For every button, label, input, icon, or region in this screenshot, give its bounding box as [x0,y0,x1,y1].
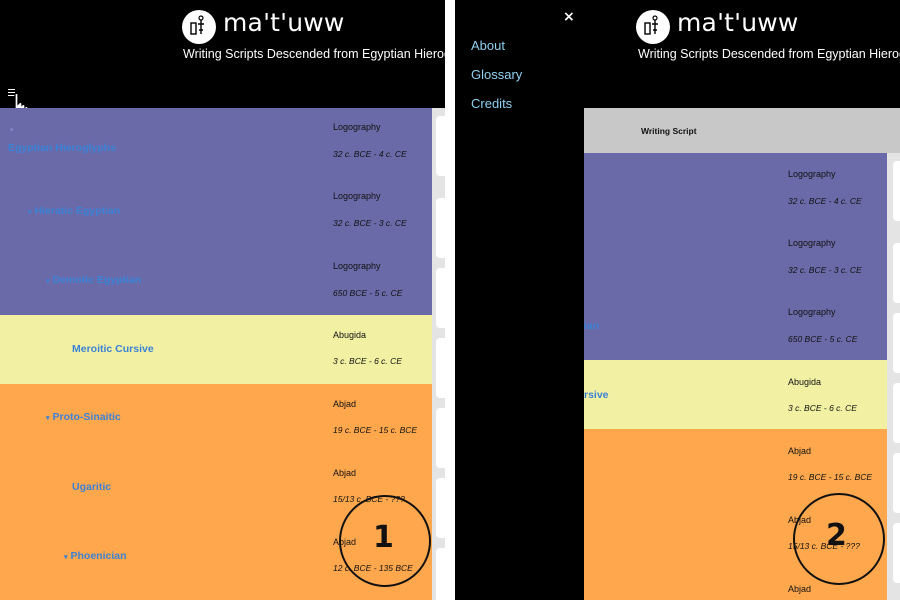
site-title[interactable]: ma't'uww [223,8,345,37]
script-name-link[interactable]: ▾ Phoenician [64,550,127,562]
script-dates: 32 c. BCE - 3 c. CE [333,218,407,228]
table-row: Meroitic Cursive Abugida 3 c. BCE - 6 c.… [0,315,432,384]
logo-icon[interactable] [182,10,216,44]
script-dates: 3 c. BCE - 6 c. CE [788,403,857,413]
table-row: ian Logography 650 BCE - 5 c. CE [584,291,887,360]
script-type: Logography [333,122,381,132]
script-dates: 650 BCE - 5 c. CE [333,288,403,298]
scrollbar[interactable] [432,108,445,600]
expand-arrow-icon[interactable]: ▾ [10,126,14,134]
table-row: Abjad 19 c. BCE - 15 c. BCE [584,429,887,498]
scrollbar[interactable] [887,153,900,600]
script-type: Logography [788,238,836,248]
screenshot-panel-1: ma't'uww Writing Scripts Descended from … [0,0,445,600]
site-header: ma't'uww Writing Scripts Descended from … [584,0,900,108]
script-dates: 19 c. BCE - 15 c. BCE [788,472,873,482]
expand-arrow-icon[interactable]: ▾ [46,278,50,285]
script-type: Logography [333,261,381,271]
table-row: ▾ Egyptian Hieroglyphs Logography 32 c. … [0,108,432,177]
table-row: ▾ Demotic Egyptian Logography 650 BCE - 5… [0,246,432,315]
script-name-link-partial[interactable]: rsive [584,389,609,401]
close-icon[interactable]: × [563,9,575,25]
script-name-link[interactable]: ▾ Proto-Sinaitic [46,411,121,423]
menu-item-credits[interactable]: Credits [471,96,512,111]
script-type: Abjad [788,584,812,594]
site-tagline: Writing Scripts Descended from Egyptian … [638,47,900,61]
script-type: Logography [333,191,381,201]
table-row: Logography 32 c. BCE - 3 c. CE [584,222,887,291]
column-header-label: Writing Script [641,126,697,136]
step-number: 1 [373,520,394,555]
step-number: 2 [826,518,847,553]
script-dates: 32 c. BCE - 4 c. CE [788,196,862,206]
table-row: ▾ Proto-Sinaitic Abjad 19 c. BCE - 15 c. … [0,384,432,453]
script-type: Logography [788,169,836,179]
script-dates: 650 BCE - 5 c. CE [788,334,858,344]
script-type: Abjad [333,468,357,478]
script-dates: 3 c. BCE - 6 c. CE [333,356,402,366]
site-header: ma't'uww Writing Scripts Descended from … [0,0,445,122]
script-type: Abjad [333,399,357,409]
script-type: Abjad [788,446,812,456]
table-row: ▾ Hieratic Egyptian Logography 32 c. BCE … [0,177,432,246]
script-dates: 32 c. BCE - 3 c. CE [788,265,862,275]
menu-item-glossary[interactable]: Glossary [471,67,522,82]
screenshot-panel-2: ma't'uww Writing Scripts Descended from … [455,0,900,600]
script-name-link[interactable]: Egyptian Hieroglyphs [8,142,116,154]
script-name-link[interactable]: ▾ Demotic Egyptian [46,274,141,286]
site-tagline: Writing Scripts Descended from Egyptian … [183,47,445,61]
script-name-link[interactable]: Ugaritic [72,481,111,493]
script-name-link-partial[interactable]: ian [584,320,599,332]
script-dates: 32 c. BCE - 4 c. CE [333,149,407,159]
script-name-link[interactable]: Meroitic Cursive [72,343,154,355]
table-row: rsive Abugida 3 c. BCE - 6 c. CE [584,360,887,429]
script-type: Abugida [788,377,822,387]
script-type: Logography [788,307,836,317]
script-name-link[interactable]: ▾ Hieratic Egyptian [28,205,120,217]
site-title[interactable]: ma't'uww [677,8,799,37]
logo-icon[interactable] [636,10,670,44]
script-dates: 19 c. BCE - 15 c. BCE [333,425,418,435]
table-row: Logography 32 c. BCE - 4 c. CE [584,153,887,222]
menu-item-about[interactable]: About [471,38,505,53]
script-type: Abugida [333,330,367,340]
expand-arrow-icon[interactable]: ▾ [46,415,50,422]
expand-arrow-icon[interactable]: ▾ [64,554,68,561]
expand-arrow-icon[interactable]: ▾ [28,209,32,216]
side-drawer-menu: × About Glossary Credits [455,0,584,600]
panel-divider [445,0,455,600]
table-column-header: Writing Script [584,108,900,153]
